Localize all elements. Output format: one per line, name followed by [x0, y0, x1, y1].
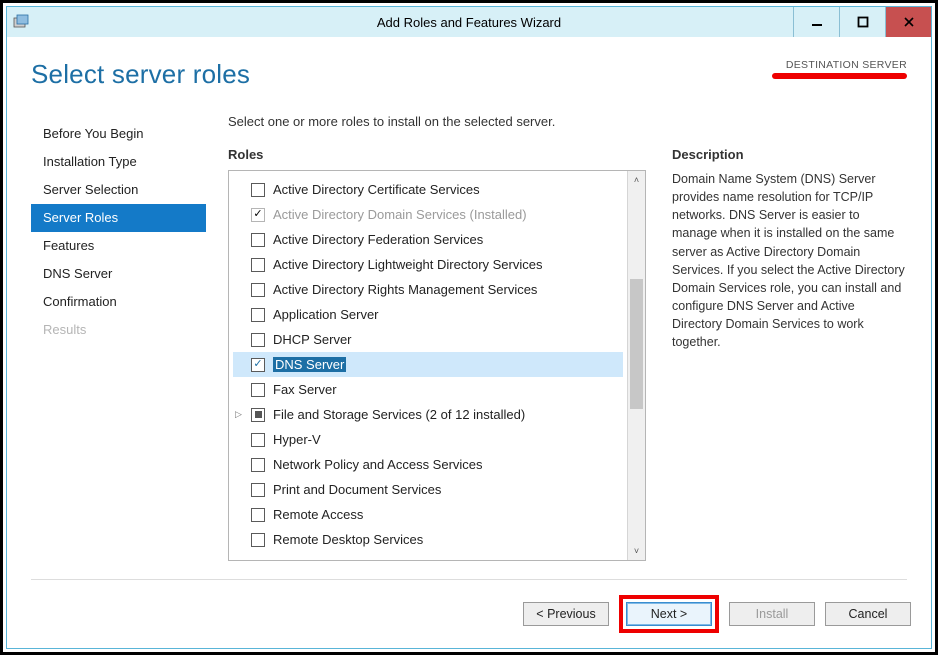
description-heading: Description: [672, 147, 907, 162]
sidebar-item-server-selection[interactable]: Server Selection: [31, 176, 206, 204]
role-item-selected[interactable]: DNS Server: [233, 352, 623, 377]
checkbox-icon[interactable]: [251, 283, 265, 297]
checkbox-icon[interactable]: [251, 383, 265, 397]
role-item[interactable]: Active Directory Certificate Services: [233, 177, 623, 202]
role-item[interactable]: Active Directory Rights Management Servi…: [233, 277, 623, 302]
app-icon: [13, 14, 29, 30]
scrollbar[interactable]: ˄ ˅: [627, 171, 645, 560]
next-button[interactable]: Next >: [626, 602, 712, 626]
scroll-thumb[interactable]: [630, 279, 643, 409]
install-button: Install: [729, 602, 815, 626]
minimize-button[interactable]: [793, 7, 839, 37]
sidebar-item-features[interactable]: Features: [31, 232, 206, 260]
roles-listbox: Active Directory Certificate Services Ac…: [228, 170, 646, 561]
role-item[interactable]: Remote Desktop Services: [233, 527, 623, 552]
description-text: Domain Name System (DNS) Server provides…: [672, 170, 907, 351]
role-item[interactable]: Fax Server: [233, 377, 623, 402]
cancel-button[interactable]: Cancel: [825, 602, 911, 626]
role-item[interactable]: Print and Document Services: [233, 477, 623, 502]
role-item[interactable]: Active Directory Lightweight Directory S…: [233, 252, 623, 277]
checkbox-icon[interactable]: [251, 483, 265, 497]
roles-list[interactable]: Active Directory Certificate Services Ac…: [229, 171, 627, 560]
window-title: Add Roles and Features Wizard: [377, 15, 561, 30]
role-item[interactable]: Hyper-V: [233, 427, 623, 452]
sidebar-item-results: Results: [31, 316, 206, 344]
checkbox-checked-icon: [251, 208, 265, 222]
maximize-button[interactable]: [839, 7, 885, 37]
role-item[interactable]: Network Policy and Access Services: [233, 452, 623, 477]
scroll-up-icon[interactable]: ˄: [628, 171, 645, 189]
checkbox-icon[interactable]: [251, 258, 265, 272]
scroll-down-icon[interactable]: ˅: [628, 542, 645, 560]
previous-button[interactable]: < Previous: [523, 602, 609, 626]
sidebar-item-before-you-begin[interactable]: Before You Begin: [31, 120, 206, 148]
sidebar-item-installation-type[interactable]: Installation Type: [31, 148, 206, 176]
checkbox-icon[interactable]: [251, 233, 265, 247]
checkbox-icon[interactable]: [251, 183, 265, 197]
role-item[interactable]: Application Server: [233, 302, 623, 327]
checkbox-icon[interactable]: [251, 433, 265, 447]
wizard-window: Add Roles and Features Wizard Select ser…: [6, 6, 932, 649]
wizard-footer: < Previous Next > Install Cancel: [7, 580, 931, 648]
destination-server-label: DESTINATION SERVER: [772, 59, 907, 71]
checkbox-icon[interactable]: [251, 308, 265, 322]
role-item[interactable]: ▷File and Storage Services (2 of 12 inst…: [233, 402, 623, 427]
checkbox-checked-icon[interactable]: [251, 358, 265, 372]
checkbox-icon[interactable]: [251, 533, 265, 547]
sidebar-item-confirmation[interactable]: Confirmation: [31, 288, 206, 316]
titlebar: Add Roles and Features Wizard: [7, 7, 931, 37]
close-button[interactable]: [885, 7, 931, 37]
role-item[interactable]: Remote Access: [233, 502, 623, 527]
checkbox-icon[interactable]: [251, 333, 265, 347]
roles-heading: Roles: [228, 147, 646, 162]
checkbox-icon[interactable]: [251, 508, 265, 522]
destination-server-block: DESTINATION SERVER: [772, 59, 907, 79]
window-controls: [793, 7, 931, 37]
sidebar-item-dns-server[interactable]: DNS Server: [31, 260, 206, 288]
checkbox-partial-icon[interactable]: [251, 408, 265, 422]
expand-icon[interactable]: ▷: [235, 409, 242, 420]
role-item: Active Directory Domain Services (Instal…: [233, 202, 623, 227]
wizard-sidebar: Before You Begin Installation Type Serve…: [31, 114, 206, 561]
instruction-text: Select one or more roles to install on t…: [228, 114, 907, 129]
page-title: Select server roles: [31, 59, 250, 90]
checkbox-icon[interactable]: [251, 458, 265, 472]
role-item[interactable]: Active Directory Federation Services: [233, 227, 623, 252]
role-item[interactable]: DHCP Server: [233, 327, 623, 352]
sidebar-item-server-roles[interactable]: Server Roles: [31, 204, 206, 232]
scroll-track[interactable]: [628, 189, 645, 542]
annotation-highlight: Next >: [619, 595, 719, 633]
annotation-underline: [772, 73, 907, 79]
